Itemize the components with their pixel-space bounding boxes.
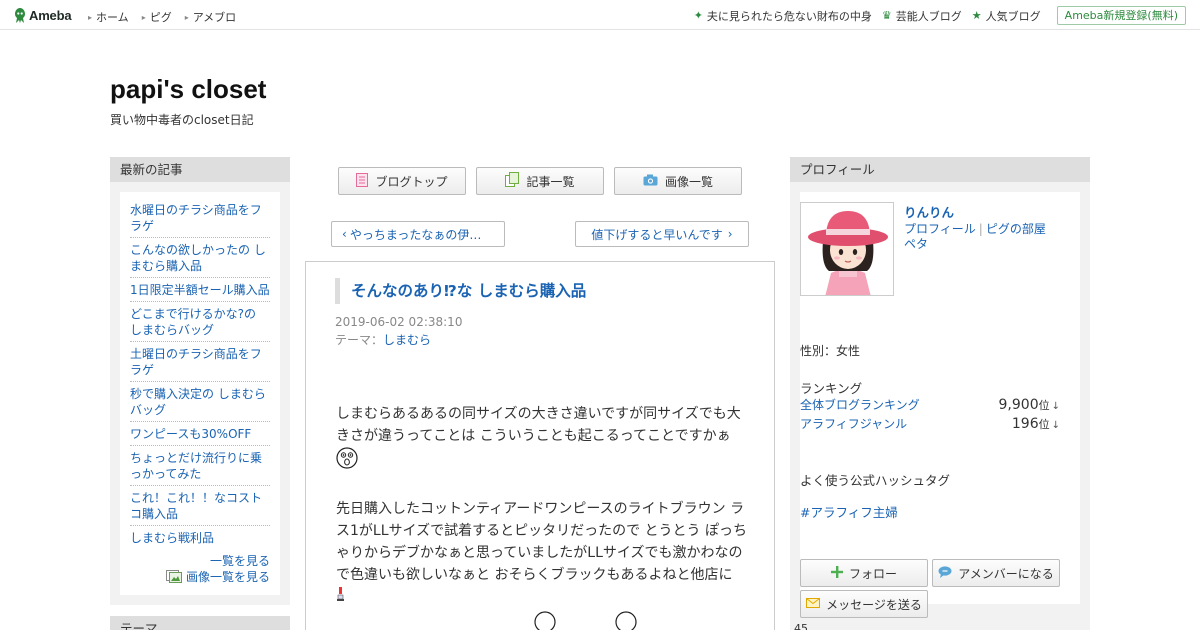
image-list-icon xyxy=(165,570,182,587)
blog-title[interactable]: papi's closet xyxy=(110,74,266,105)
copy-icon xyxy=(505,172,520,190)
hashtag-heading: よく使う公式ハッシュタグ xyxy=(800,473,951,488)
send-message-button[interactable]: メッセージを送る xyxy=(800,590,928,618)
arrow-down-icon: ↓ xyxy=(1051,420,1060,431)
profile-links: プロフィール | ピグの部屋 ペタ xyxy=(904,222,1046,251)
image-list-button[interactable]: 画像一覧 xyxy=(614,167,742,195)
register-button[interactable]: Ameba新規登録(無料) xyxy=(1056,6,1186,25)
recent-entry-link[interactable]: これ！これ！！なコストコ購入品 xyxy=(130,486,270,526)
profile-nickname[interactable]: りんりん xyxy=(904,202,954,221)
recent-entry-link[interactable]: 水曜日のチラシ商品をフラゲ xyxy=(130,198,270,238)
article-theme: テーマ：しまむら xyxy=(335,333,432,347)
chevron-right-icon: ▸ xyxy=(141,12,146,22)
global-right-links: ✦ 夫に見られたら危ない財布の中身 ♛ 芸能人ブログ ★ 人気ブログ Ameba新規登… xyxy=(694,6,1186,25)
recent-entry-link[interactable]: 土曜日のチラシ商品をフラゲ xyxy=(130,342,270,382)
global-nav-pigg[interactable]: ▸ ピグ xyxy=(142,9,172,25)
recent-entry-link[interactable]: 1日限定半額セール購入品 xyxy=(130,278,270,302)
article-date: 2019-06-02 02:38:10 xyxy=(335,315,463,329)
ameba-logo[interactable]: Ameba xyxy=(14,7,72,24)
avatar[interactable] xyxy=(800,202,894,296)
sweat-figure-icon xyxy=(336,586,346,609)
popular-blog-link[interactable]: ★ 人気ブログ xyxy=(972,8,1041,24)
shocked-face-icon xyxy=(336,447,358,476)
global-nav-ameblo[interactable]: ▸ アメブロ xyxy=(185,9,236,25)
chat-bubble-icon xyxy=(938,565,952,581)
peta-link[interactable]: ペタ xyxy=(904,237,928,251)
recent-entry-link[interactable]: ワンピースも30%OFF xyxy=(130,422,270,446)
global-nav: ▸ ホーム ▸ ピグ ▸ アメブロ xyxy=(88,9,249,25)
global-nav-home[interactable]: ▸ ホーム xyxy=(88,9,129,25)
global-header-bar: Ameba ▸ ホーム ▸ ピグ ▸ アメブロ ✦ 夫に見られたら危ない財布の中身 ♛ 芸… xyxy=(0,0,1200,30)
article-paragraph: しまむらあるあるの同サイズの大きさ違いですが同サイズでも大きさが違うってことは … xyxy=(336,406,741,444)
ameba-logo-icon xyxy=(14,8,26,23)
article-paragraph: 先日購入したコットンティアードワンピースのライトブラウン ラス1がLLサイズで試… xyxy=(336,501,747,583)
prev-entry-link[interactable]: ‹ やっちまったなぁの伊… xyxy=(331,221,505,247)
recent-entry-link[interactable]: 秒で購入決定の しまむらバッグ xyxy=(130,382,270,422)
chevron-left-icon: ‹ xyxy=(342,227,347,241)
sparkle-icon: ✦ xyxy=(693,9,703,22)
recent-entry-link[interactable]: どこまで行けるかな?の しまむらバッグ xyxy=(130,302,270,342)
document-icon xyxy=(356,172,369,190)
celebrity-blog-link[interactable]: ♛ 芸能人ブログ xyxy=(882,8,962,24)
bottom-counter-text: 45 xyxy=(794,622,808,630)
camera-icon xyxy=(643,174,658,189)
entry-pager: ‹ やっちまったなぁの伊… 値下げすると早いんです › xyxy=(331,221,749,247)
chevron-right-icon: ▸ xyxy=(88,12,93,22)
article-theme-link[interactable]: しまむら xyxy=(383,333,431,347)
hashtag-link[interactable]: #アラフィフ主婦 xyxy=(800,502,898,521)
face-icon xyxy=(534,611,556,630)
arrow-down-icon: ↓ xyxy=(1051,401,1060,412)
crown-icon: ♛ xyxy=(881,9,892,22)
next-entry-link[interactable]: 値下げすると早いんです › xyxy=(575,221,749,247)
pigg-room-link[interactable]: ピグの部屋 xyxy=(986,222,1046,236)
chevron-right-icon: › xyxy=(727,227,733,241)
theme-panel: テーマ xyxy=(110,616,290,630)
profile-panel: プロフィール りんりん プロフィール | ピグの部屋 ペタ 性別：女性 ランキン… xyxy=(790,157,1090,630)
plus-icon xyxy=(830,565,843,581)
amember-button[interactable]: アメンバーになる xyxy=(932,559,1060,587)
theme-heading: テーマ xyxy=(110,616,290,630)
follow-button[interactable]: フォロー xyxy=(800,559,928,587)
blog-description: 買い物中毒者のcloset日記 xyxy=(110,113,254,127)
envelope-icon xyxy=(806,597,821,611)
ranking-heading: ランキング xyxy=(800,381,863,396)
recent-entries-heading: 最新の記事 xyxy=(110,157,290,182)
recent-entries-panel: 最新の記事 水曜日のチラシ商品をフラゲ こんなの欲しかったの しまむら購入品 1… xyxy=(110,157,290,605)
article: そんなのあり⁉な しまむら購入品 2019-06-02 02:38:10 テーマ… xyxy=(305,261,775,630)
ranking-value: 196 xyxy=(1011,416,1039,432)
genre-ranking-link[interactable]: アラフィフジャンル xyxy=(800,415,907,432)
ameba-logo-text: Ameba xyxy=(29,8,72,23)
view-images-link[interactable]: 画像一覧を見る xyxy=(186,570,270,584)
article-title[interactable]: そんなのあり⁉な しまむら購入品 xyxy=(335,278,586,304)
ranking-row: アラフィフジャンル 196位 ↓ xyxy=(800,415,1060,432)
overall-ranking-link[interactable]: 全体ブログランキング xyxy=(800,396,920,413)
ranking-value: 9,900 xyxy=(998,397,1039,413)
profile-sex: 性別：女性 xyxy=(800,344,861,358)
view-list-link[interactable]: 一覧を見る xyxy=(210,554,270,568)
chevron-right-icon: ▸ xyxy=(184,12,189,22)
profile-link[interactable]: プロフィール xyxy=(904,222,976,236)
entry-list-button[interactable]: 記事一覧 xyxy=(476,167,604,195)
star-icon: ★ xyxy=(971,9,982,22)
face-icon xyxy=(615,611,637,630)
recent-entry-link[interactable]: こんなの欲しかったの しまむら購入品 xyxy=(130,238,270,278)
profile-heading: プロフィール xyxy=(790,157,1090,182)
promo-link[interactable]: ✦ 夫に見られたら危ない財布の中身 xyxy=(694,8,872,24)
blog-nav-buttons: ブログトップ 記事一覧 画像一覧 xyxy=(338,167,742,195)
recent-entry-link[interactable]: ちょっとだけ流行りに乗っかってみた xyxy=(130,446,270,486)
recent-entry-link[interactable]: しまむら戦利品 xyxy=(130,526,270,549)
ranking-row: 全体ブログランキング 9,900位 ↓ xyxy=(800,396,1060,413)
article-body: しまむらあるあるの同サイズの大きさ違いですが同サイズでも大きさが違うってことは … xyxy=(336,403,748,630)
blog-top-button[interactable]: ブログトップ xyxy=(338,167,466,195)
